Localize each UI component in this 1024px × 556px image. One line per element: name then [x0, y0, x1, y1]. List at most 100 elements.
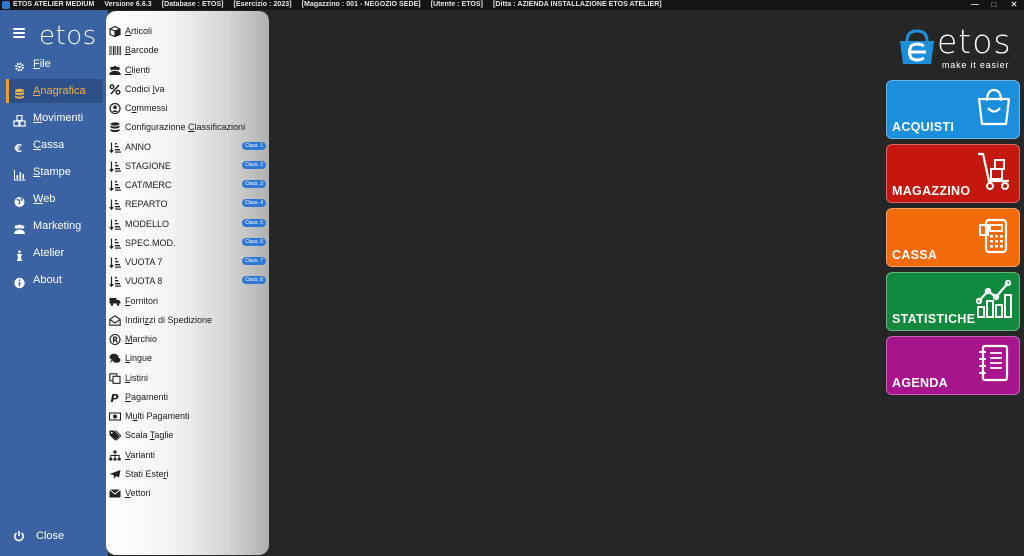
maximize-button[interactable]: □	[988, 0, 1000, 10]
submenu-item-label: Vettori	[125, 488, 151, 498]
bag-logo-icon	[900, 29, 934, 64]
submenu-item[interactable]: Lingue	[108, 350, 266, 367]
submenu-item-label: Clienti	[125, 64, 151, 75]
etos-brand-logo: etos make it easier	[894, 22, 1014, 74]
tile-magazzino[interactable]: MAGAZZINO	[886, 144, 1020, 203]
submenu-item-label: Listini	[125, 372, 149, 383]
sidebar-item-anagrafica[interactable]: Anagrafica	[6, 79, 103, 103]
close-label: Close	[36, 530, 65, 542]
submenu-item[interactable]: Fornitori	[108, 293, 266, 310]
submenu-item-label: Codici Iva	[125, 83, 165, 94]
sidebar-item-about[interactable]: About	[6, 268, 103, 292]
envelope-icon	[109, 488, 121, 499]
submenu-item-label: VUOTA 8	[125, 276, 163, 287]
classification-badge: Class. 5	[241, 218, 266, 227]
svg-text:€: €	[14, 142, 23, 154]
euro-icon: €	[13, 139, 26, 155]
cubes-icon	[13, 112, 26, 127]
submenu-item[interactable]: MODELLO Class. 5	[108, 216, 266, 233]
submenu-item[interactable]: VUOTA 7 Class. 7	[108, 254, 266, 271]
submenu-item-label: SPEC.MOD.	[125, 237, 176, 248]
submenu-item-label: Indirizzi di Spedizione	[125, 314, 213, 325]
submenu-item[interactable]: Articoli	[108, 23, 266, 40]
submenu-item[interactable]: Stati Esteri	[108, 466, 266, 483]
submenu-item-label: STAGIONE	[125, 160, 171, 171]
submenu-item-label: Pagamenti	[125, 391, 169, 402]
sidebar-logo: etos	[39, 21, 97, 51]
submenu-item-label: Multi Pagamenti	[125, 411, 190, 421]
database-icon	[109, 122, 121, 133]
submenu-item-label: ANNO	[125, 141, 152, 152]
sort-icon	[109, 199, 121, 211]
submenu-item[interactable]: CAT/MERC Class. 3	[108, 177, 266, 194]
sort-icon	[109, 161, 121, 173]
tile-cassa[interactable]: CASSA	[886, 208, 1020, 267]
sidebar-item-marketing[interactable]: Marketing	[6, 214, 103, 238]
submenu-item[interactable]: ANNO Class. 1	[108, 139, 266, 156]
submenu-item[interactable]: Clienti	[108, 62, 266, 79]
title-ditta: [Ditta : AZIENDA INSTALLAZIONE ETOS ATEL…	[493, 1, 662, 8]
pos-terminal-icon	[975, 215, 1013, 255]
submenu-item[interactable]: Codici Iva	[108, 81, 266, 98]
submenu-item-label: Lingue	[125, 353, 153, 364]
hamburger-menu-icon[interactable]	[13, 28, 25, 38]
submenu-item[interactable]: REPARTO Class. 4	[108, 196, 266, 213]
sidebar-item-label: Web	[33, 193, 56, 205]
minimize-button[interactable]: —	[969, 0, 981, 10]
sidebar-item-atelier[interactable]: Atelier	[6, 241, 103, 265]
classification-badge: Class. 7	[241, 257, 266, 265]
submenu-item[interactable]: Commessi	[108, 100, 266, 117]
sidebar-item-file[interactable]: File	[6, 52, 103, 76]
submenu-item-label: Scala Taglie	[125, 430, 174, 441]
title-version: Versione 6.6.3	[104, 1, 152, 8]
title-utente: [Utente : ETOS]	[430, 1, 484, 8]
tile-acquisti[interactable]: ACQUISTI	[886, 80, 1020, 139]
close-window-button[interactable]: ✕	[1008, 0, 1020, 10]
sidebar-item-cassa[interactable]: € Cassa	[6, 133, 103, 157]
submenu-item[interactable]: Vettori	[108, 485, 266, 502]
stats-chart-icon	[975, 279, 1013, 319]
tile-agenda[interactable]: AGENDA	[886, 336, 1020, 395]
submenu-item[interactable]: Listini	[108, 370, 266, 387]
submenu-item[interactable]: VUOTA 8 Class. 8	[108, 273, 266, 290]
submenu-item[interactable]: Indirizzi di Spedizione	[108, 312, 266, 329]
sidebar-item-movimenti[interactable]: Movimenti	[6, 106, 103, 130]
submenu-item[interactable]: Varianti	[108, 447, 266, 464]
submenu-item[interactable]: SPEC.MOD. Class. 6	[108, 235, 266, 252]
users-icon	[109, 65, 121, 76]
classification-badge: Class. 3	[241, 180, 266, 188]
database-icon	[13, 85, 26, 99]
sidebar-item-label: Movimenti	[33, 112, 84, 124]
submenu-item[interactable]: Multi Pagamenti	[108, 408, 266, 425]
submenu-item[interactable]: P Pagamenti	[108, 389, 266, 406]
sort-icon	[109, 257, 121, 269]
submenu-item-label: REPARTO	[125, 199, 168, 210]
submenu-item-label: Stati Esteri	[125, 468, 169, 479]
submenu-item-label: MODELLO	[125, 218, 170, 229]
submenu-item[interactable]: Scala Taglie	[108, 427, 266, 444]
title-bar: ETOS ATELIER MEDIUM Versione 6.6.3 [Data…	[0, 0, 1024, 10]
submenu-item[interactable]: Barcode	[108, 42, 266, 59]
tile-statistiche[interactable]: STATISTICHE	[886, 272, 1020, 331]
paypal-icon: P	[109, 392, 121, 405]
submenu-item[interactable]: R Marchio	[108, 331, 266, 348]
info-icon	[13, 274, 26, 289]
title-app: ETOS ATELIER MEDIUM	[13, 1, 95, 8]
sidebar-item-label: Cassa	[33, 139, 65, 151]
brand-name: etos	[937, 22, 1012, 61]
sidebar-item-stampe[interactable]: Stampe	[6, 160, 103, 184]
power-icon	[14, 531, 24, 542]
classification-badge: Class. 2	[241, 160, 266, 169]
shopping-bag-icon	[975, 87, 1013, 127]
submenu-item[interactable]: STAGIONE Class. 2	[108, 158, 266, 175]
tile-label: CASSA	[892, 248, 938, 262]
tile-label: STATISTICHE	[892, 312, 976, 326]
submenu-item-label: Commessi	[125, 103, 168, 113]
sidebar-item-web[interactable]: Web	[6, 187, 103, 211]
submenu-item[interactable]: Configurazione Classificazioni	[108, 119, 266, 136]
title-magazzino: [Magazzino : 001 - NEGOZIO SEDE]	[301, 1, 421, 8]
sort-icon	[109, 180, 121, 192]
comments-icon	[109, 353, 121, 364]
money-icon	[108, 411, 122, 422]
tile-label: AGENDA	[892, 376, 948, 390]
